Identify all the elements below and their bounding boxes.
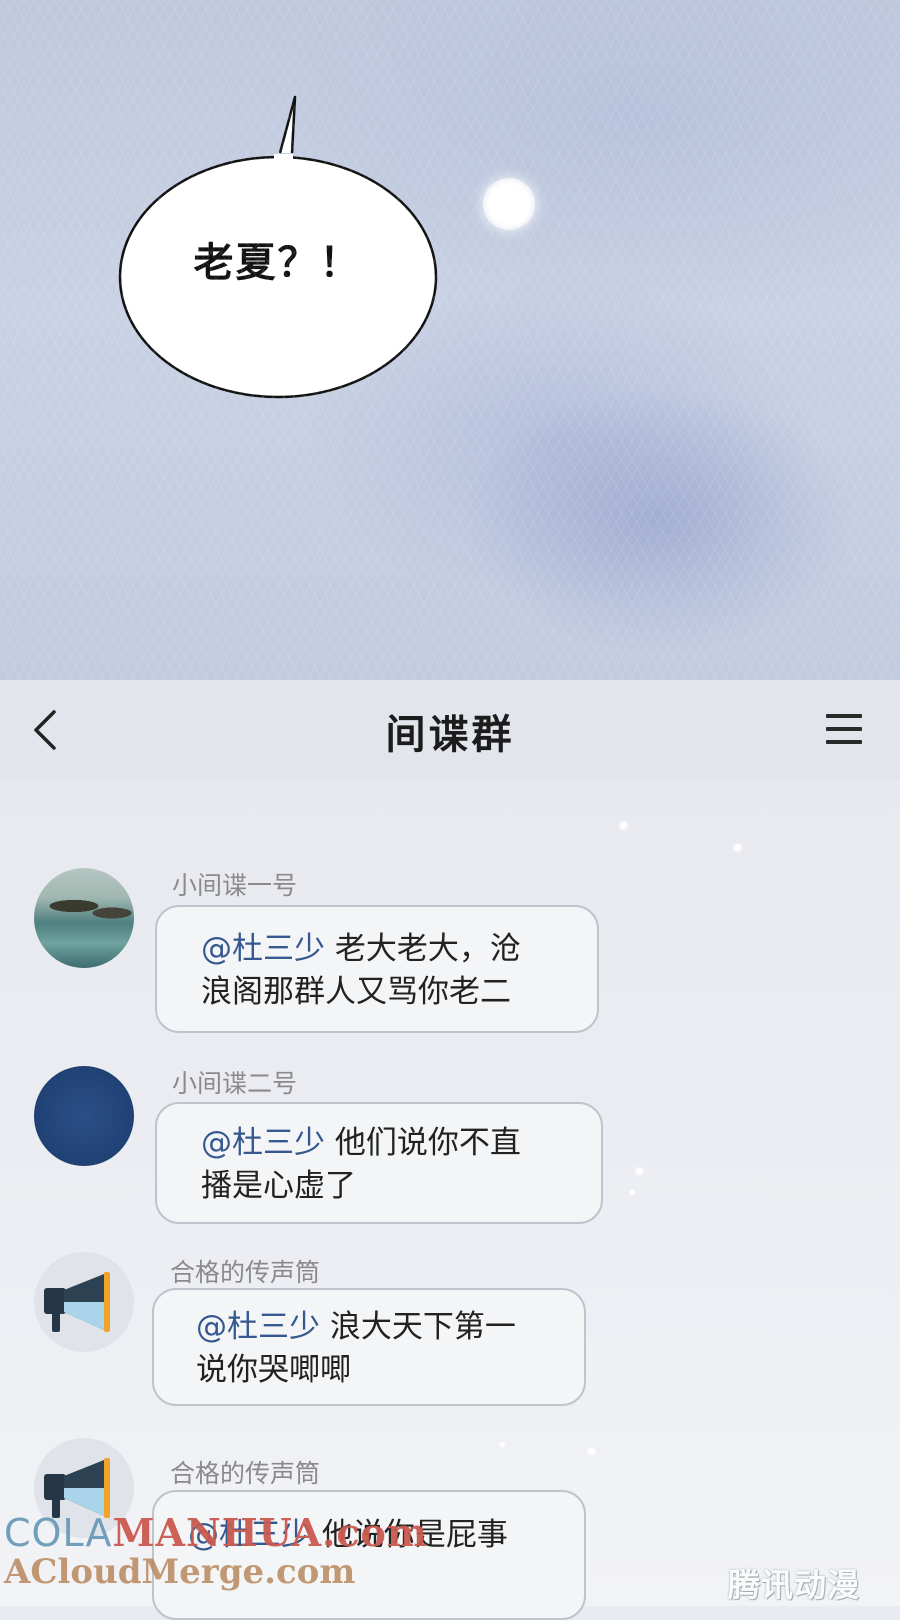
sparkle (620, 822, 627, 829)
sparkle (636, 1168, 643, 1175)
megaphone-icon (44, 1272, 110, 1332)
comic-panel: 老夏？！ (0, 0, 900, 680)
sparkle (588, 1448, 595, 1455)
mention-link[interactable]: @杜三少 (201, 931, 325, 967)
menu-icon[interactable] (826, 714, 862, 746)
megaphone-avatar[interactable] (34, 1252, 134, 1352)
message-text: 浪阁那群人又骂你老二 (201, 974, 511, 1010)
message-bubble[interactable]: @杜三少 浪大天下第一 说你哭唧唧 (152, 1288, 586, 1406)
chat-app: 间谍群 小间谍一号 @杜三少 老大老大，沧 浪阁那群人又骂你老二 小间谍二号 @… (0, 680, 900, 1620)
nav-bar: 间谍群 (0, 680, 900, 780)
message-text: 说你哭唧唧 (196, 1352, 351, 1388)
watermark-manhua: COLAMANHUA.com (4, 1510, 429, 1555)
message-text: 播是心虚了 (201, 1168, 356, 1204)
chat-title: 间谍群 (385, 712, 515, 758)
message-text: 老大老大，沧 (325, 931, 521, 967)
sparkle (500, 1442, 505, 1447)
sender-name: 小间谍二号 (172, 1069, 298, 1098)
watermark-acloud: ACloudMerge.com (4, 1552, 356, 1592)
sparkle (734, 844, 741, 851)
moon (483, 178, 535, 230)
mention-link[interactable]: @杜三少 (201, 1125, 325, 1161)
sender-name: 小间谍一号 (172, 871, 298, 900)
message-text: 浪大天下第一 (320, 1309, 516, 1345)
speech-bubble (118, 95, 438, 399)
sparkle (630, 1190, 635, 1195)
message-text: 他们说你不直 (325, 1125, 521, 1161)
landscape-avatar-icon[interactable] (34, 868, 134, 968)
watermark-tencent: 腾讯动漫 (728, 1566, 861, 1604)
message-bubble[interactable]: @杜三少 他们说你不直 播是心虚了 (155, 1102, 603, 1224)
message-bubble[interactable]: @杜三少 老大老大，沧 浪阁那群人又骂你老二 (155, 905, 599, 1033)
blue-avatar-icon[interactable] (34, 1066, 134, 1166)
mention-link[interactable]: @杜三少 (196, 1309, 320, 1345)
speech-bubble-text: 老夏？！ (193, 240, 362, 286)
sender-name: 合格的传声筒 (170, 1258, 321, 1287)
sender-name: 合格的传声筒 (170, 1459, 321, 1488)
